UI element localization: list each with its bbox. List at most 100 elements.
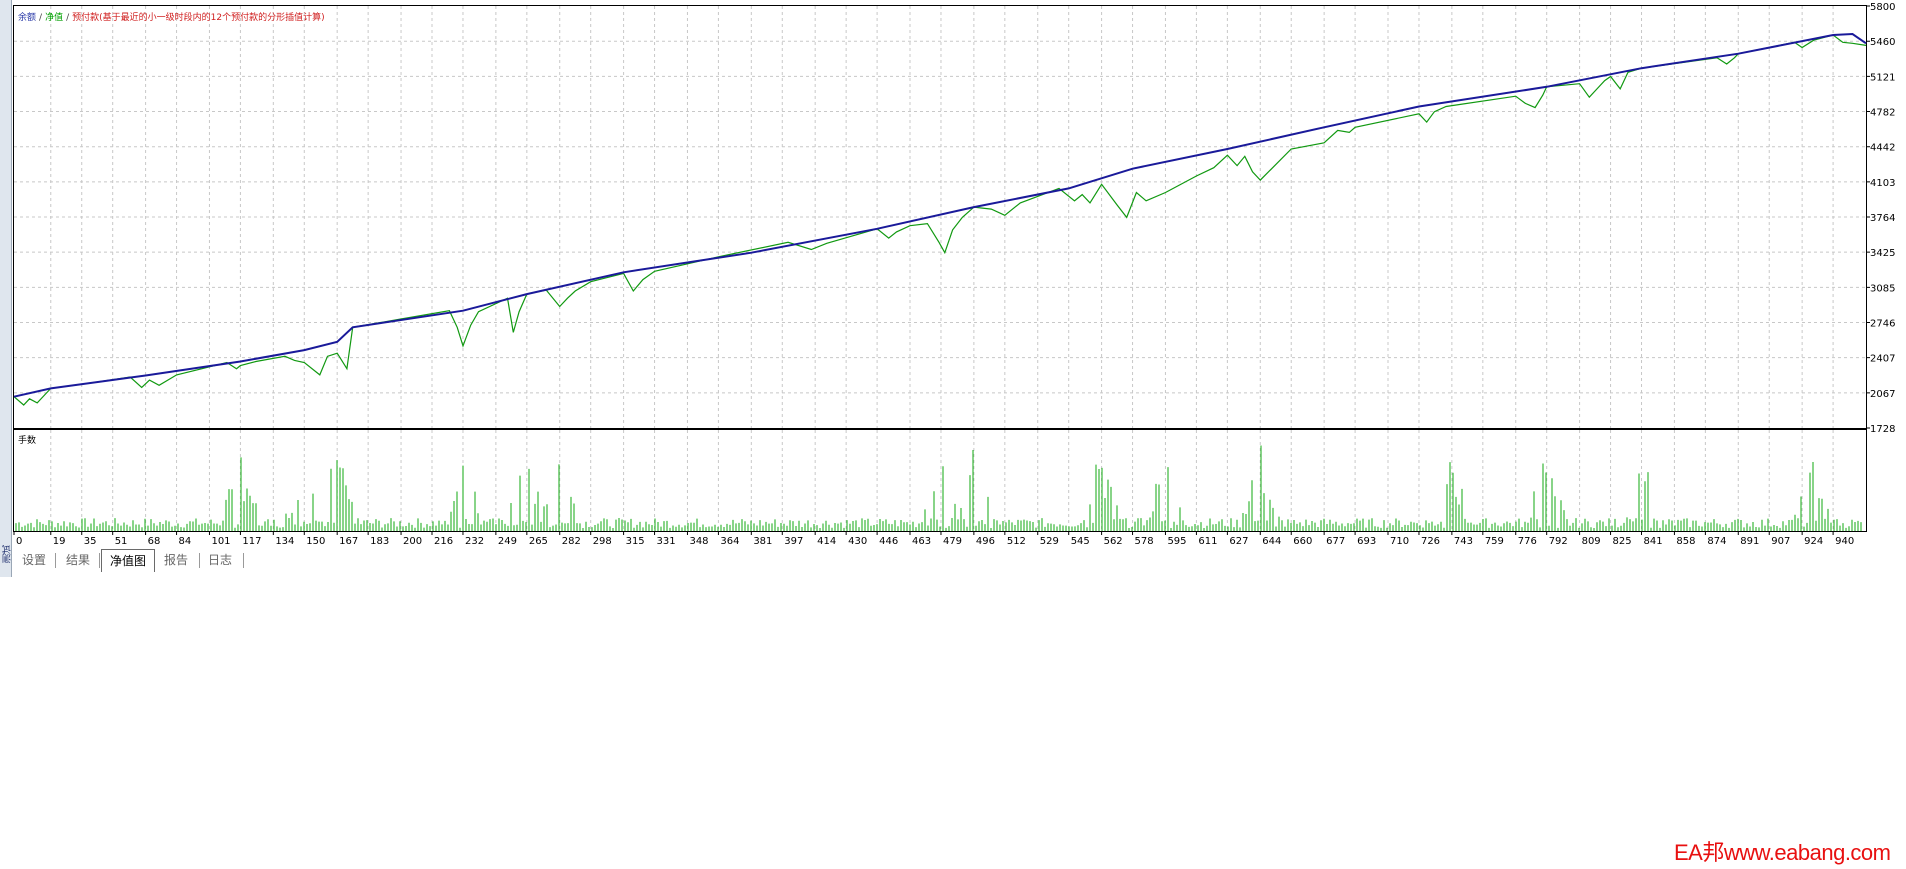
tab-settings-label: 设置: [21, 553, 46, 567]
volume-chart-panel: 手数: [13, 429, 1867, 532]
x-tick-label: 479: [943, 536, 962, 547]
x-tick-label: 809: [1582, 536, 1601, 547]
x-tick-label: 249: [498, 536, 517, 547]
x-tick-label: 874: [1707, 536, 1726, 547]
tab-journal[interactable]: 日志: [205, 550, 235, 570]
tab-divider: [55, 553, 56, 568]
x-tick-label: 545: [1071, 536, 1090, 547]
x-tick-label: 940: [1835, 536, 1854, 547]
y-tick-label: 2067: [1870, 389, 1895, 400]
x-tick-label: 891: [1740, 536, 1759, 547]
x-tick-label: 677: [1326, 536, 1345, 547]
legend-margin: 预付款(基于最近的小一级时段内的12个预付款的分形插值计算): [72, 13, 325, 23]
x-tick-label: 562: [1104, 536, 1123, 547]
tab-equity-graph-label: 净值图: [109, 554, 146, 568]
y-tick-label: 5800: [1870, 2, 1895, 13]
x-tick-label: 825: [1613, 536, 1632, 547]
balance-line: [13, 32, 1867, 398]
tab-divider: [243, 553, 244, 568]
y-tick-label: 2407: [1870, 354, 1895, 365]
x-tick-label: 446: [879, 536, 898, 547]
x-tick-label: 232: [465, 536, 484, 547]
volume-title: 手数: [18, 436, 37, 446]
x-tick-label: 0: [16, 536, 22, 547]
x-tick-label: 627: [1229, 536, 1248, 547]
tab-results[interactable]: 结果: [63, 550, 93, 570]
x-tick-label: 265: [529, 536, 548, 547]
x-tick-label: 84: [179, 536, 192, 547]
x-tick-label: 101: [211, 536, 230, 547]
x-tick-label: 578: [1135, 536, 1154, 547]
x-tick-label: 496: [976, 536, 995, 547]
x-tick-label: 183: [370, 536, 389, 547]
x-tick-label: 529: [1040, 536, 1059, 547]
y-tick-label: 2746: [1870, 319, 1895, 330]
equity-chart-panel: 余额 / 净值 / 预付款(基于最近的小一级时段内的12个预付款的分形插值计算): [13, 5, 1867, 429]
x-tick-label: 693: [1357, 536, 1376, 547]
x-tick-label: 150: [306, 536, 325, 547]
tab-divider: [199, 553, 200, 568]
x-tick-label: 743: [1454, 536, 1473, 547]
tab-report[interactable]: 报告: [161, 550, 191, 570]
y-tick-label: 5460: [1870, 37, 1895, 48]
watermark-logo: EA邦www.eabang.com: [1674, 840, 1891, 865]
left-tester-strip: 测试: [0, 0, 13, 577]
x-tick-label: 512: [1007, 536, 1026, 547]
x-tick-label: 841: [1644, 536, 1663, 547]
x-tick-label: 726: [1421, 536, 1440, 547]
x-tick-label: 463: [912, 536, 931, 547]
tab-journal-label: 日志: [207, 553, 232, 567]
x-tick-label: 924: [1804, 536, 1823, 547]
x-axis: 0 19 35 51 68 84 101 117 134 150 167 183 200 216 232 24…: [13, 532, 1854, 547]
x-tick-label: 710: [1390, 536, 1409, 547]
equity-line: [13, 34, 1867, 406]
x-tick-label: 134: [275, 536, 294, 547]
y-tick-label: 4103: [1870, 178, 1895, 189]
tab-report-label: 报告: [163, 553, 188, 567]
volume-chart: [15, 430, 1862, 531]
x-tick-label: 68: [148, 536, 161, 547]
x-tick-label: 364: [720, 536, 739, 547]
tab-equity-graph[interactable]: 净值图: [101, 549, 155, 572]
y-axis: 5800 5460 5121 4782 4442 4103 3764 3425 3085 2746…: [1866, 2, 1895, 435]
y-tick-label: 3085: [1870, 283, 1895, 294]
y-tick-label: 4442: [1870, 143, 1895, 154]
legend-separator: /: [66, 13, 70, 23]
x-tick-label: 315: [626, 536, 645, 547]
legend-balance: 余额: [18, 13, 37, 23]
x-tick-label: 397: [784, 536, 803, 547]
x-tick-label: 216: [434, 536, 453, 547]
legend-separator: /: [39, 13, 43, 23]
y-tick-label: 3764: [1870, 213, 1895, 224]
tab-settings[interactable]: 设置: [19, 550, 49, 570]
tab-results-label: 结果: [65, 553, 90, 567]
equity-chart: [13, 6, 1867, 428]
legend-equity: 净值: [45, 13, 64, 23]
x-tick-label: 792: [1549, 536, 1568, 547]
x-tick-label: 19: [53, 536, 66, 547]
x-tick-label: 167: [339, 536, 358, 547]
x-tick-label: 35: [84, 536, 97, 547]
x-tick-label: 644: [1262, 536, 1281, 547]
x-tick-label: 348: [689, 536, 708, 547]
x-tick-label: 117: [242, 536, 261, 547]
x-tick-label: 611: [1198, 536, 1217, 547]
x-tick-label: 51: [115, 536, 128, 547]
x-tick-label: 660: [1293, 536, 1312, 547]
y-tick-label: 4782: [1870, 108, 1895, 119]
x-tick-label: 298: [593, 536, 612, 547]
y-tick-label: 3425: [1870, 248, 1895, 259]
x-tick-label: 331: [657, 536, 676, 547]
chart-legend: 余额 / 净值 / 预付款(基于最近的小一级时段内的12个预付款的分形插值计算): [18, 10, 325, 23]
x-tick-label: 907: [1771, 536, 1790, 547]
x-tick-label: 430: [848, 536, 867, 547]
x-tick-label: 200: [403, 536, 422, 547]
x-tick-label: 414: [817, 536, 836, 547]
y-tick-label: 5121: [1870, 72, 1895, 83]
x-tick-label: 858: [1676, 536, 1695, 547]
x-tick-label: 381: [753, 536, 772, 547]
tab-divider: [99, 553, 100, 568]
x-tick-label: 776: [1518, 536, 1537, 547]
y-tick-label: 1728: [1870, 424, 1895, 435]
x-tick-label: 282: [562, 536, 581, 547]
